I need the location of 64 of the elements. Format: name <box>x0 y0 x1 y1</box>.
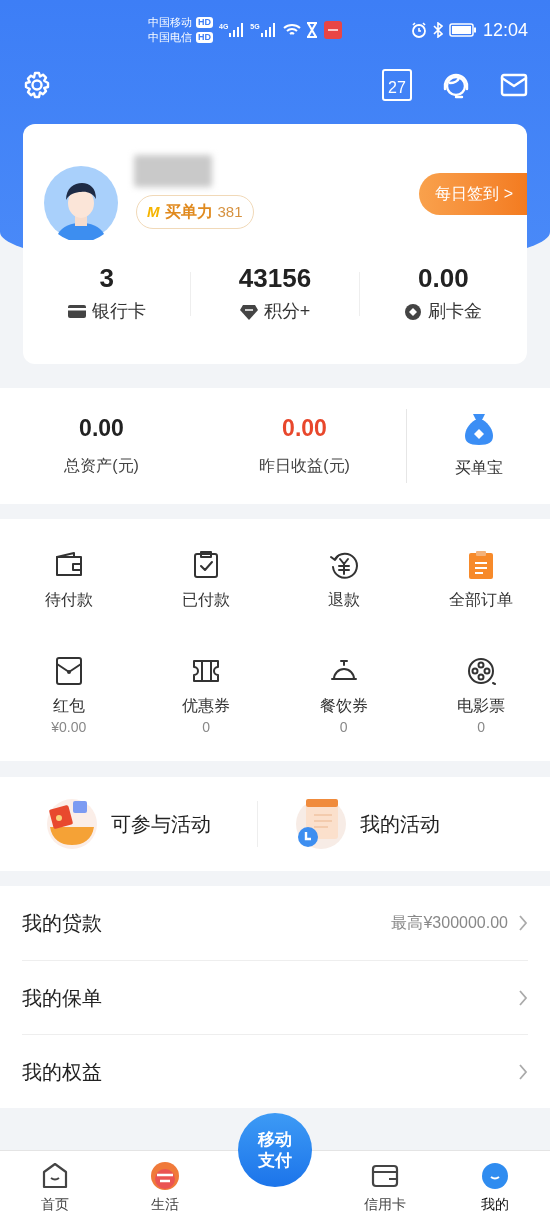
carrier-name: 中国电信 <box>148 30 192 45</box>
chevron-right-icon <box>518 1062 528 1081</box>
gem-icon <box>239 302 258 321</box>
mobile-pay-button[interactable]: 移动 支付 <box>238 1113 312 1187</box>
stat-value: 0.00 <box>418 262 469 294</box>
settings-button[interactable] <box>22 70 52 100</box>
nav-tab[interactable]: 首页 <box>0 1151 110 1222</box>
order-item[interactable]: 餐饮券 0 <box>275 655 413 761</box>
list-row[interactable]: 我的保单 <box>22 960 528 1034</box>
asset-label: 昨日收益(元) <box>259 456 350 476</box>
nav-tab[interactable]: 信用卡 <box>330 1151 440 1222</box>
alarm-icon <box>410 22 427 38</box>
smile-circle-icon <box>480 1161 510 1191</box>
mail-icon <box>500 73 528 97</box>
stat-label[interactable]: 刷卡金 <box>428 298 483 325</box>
order-item[interactable]: 待付款 <box>0 549 138 637</box>
activity-button[interactable]: 可参与活动 <box>0 797 257 851</box>
order-item[interactable]: 退款 <box>275 549 413 637</box>
money-bag-icon <box>463 412 494 446</box>
battery-icon <box>448 23 477 37</box>
avatar-icon[interactable] <box>44 166 118 240</box>
stat-label[interactable]: 积分+ <box>263 298 311 325</box>
order-item[interactable]: 全部订单 <box>412 549 550 637</box>
home-icon <box>40 1161 70 1191</box>
asset-value: 0.00 <box>282 414 327 442</box>
order-item[interactable]: 红包 ¥0.00 <box>0 655 138 761</box>
points-badge-icon <box>150 1161 180 1191</box>
film-reel-icon <box>465 655 498 687</box>
wifi-icon <box>281 22 302 38</box>
nav-tab[interactable]: 生活 <box>110 1151 220 1222</box>
hd-badge: HD <box>196 17 213 28</box>
carrier-name: 中国移动 <box>148 15 192 30</box>
bluetooth-icon <box>432 22 443 38</box>
settings-icon <box>22 70 52 100</box>
coin-icon <box>404 302 423 321</box>
stat-label[interactable]: 银行卡 <box>91 298 146 325</box>
signal-icon <box>259 22 276 38</box>
calendar-button[interactable]: 27 <box>382 69 412 101</box>
gift-box-icon <box>45 797 100 851</box>
activity-button[interactable]: 我的活动 <box>257 797 550 851</box>
chevron-right-icon <box>518 914 528 932</box>
card-icon <box>67 302 86 321</box>
m-logo: M <box>147 201 160 222</box>
order-item[interactable]: 电影票 0 <box>412 655 550 761</box>
order-item[interactable]: 优惠券 0 <box>137 655 275 761</box>
maidanbao-button[interactable]: 买单宝 <box>407 412 550 480</box>
list-row[interactable]: 我的权益 <box>22 1034 528 1108</box>
messages-button[interactable] <box>500 73 528 97</box>
chevron-right-icon <box>518 988 528 1007</box>
hourglass-icon <box>305 22 318 38</box>
asset-label: 总资产(元) <box>64 456 139 476</box>
loan-limit: 最高¥300000.00 <box>391 913 508 933</box>
list-row[interactable]: 我的贷款 最高¥300000.00 <box>22 886 528 960</box>
asset-value: 0.00 <box>79 414 124 442</box>
order-item[interactable]: 已付款 <box>137 549 275 637</box>
status-time: 12:04 <box>482 18 528 42</box>
hd-badge: HD <box>196 32 213 43</box>
nav-tab[interactable]: 我的 <box>440 1151 550 1222</box>
badge-label: 买单力 <box>164 202 213 222</box>
stat-value: 43156 <box>238 262 312 294</box>
badge-value: 381 <box>217 201 243 222</box>
schedule-icon <box>293 797 348 851</box>
signal-icon <box>228 22 245 38</box>
stat-value: 3 <box>99 262 114 294</box>
